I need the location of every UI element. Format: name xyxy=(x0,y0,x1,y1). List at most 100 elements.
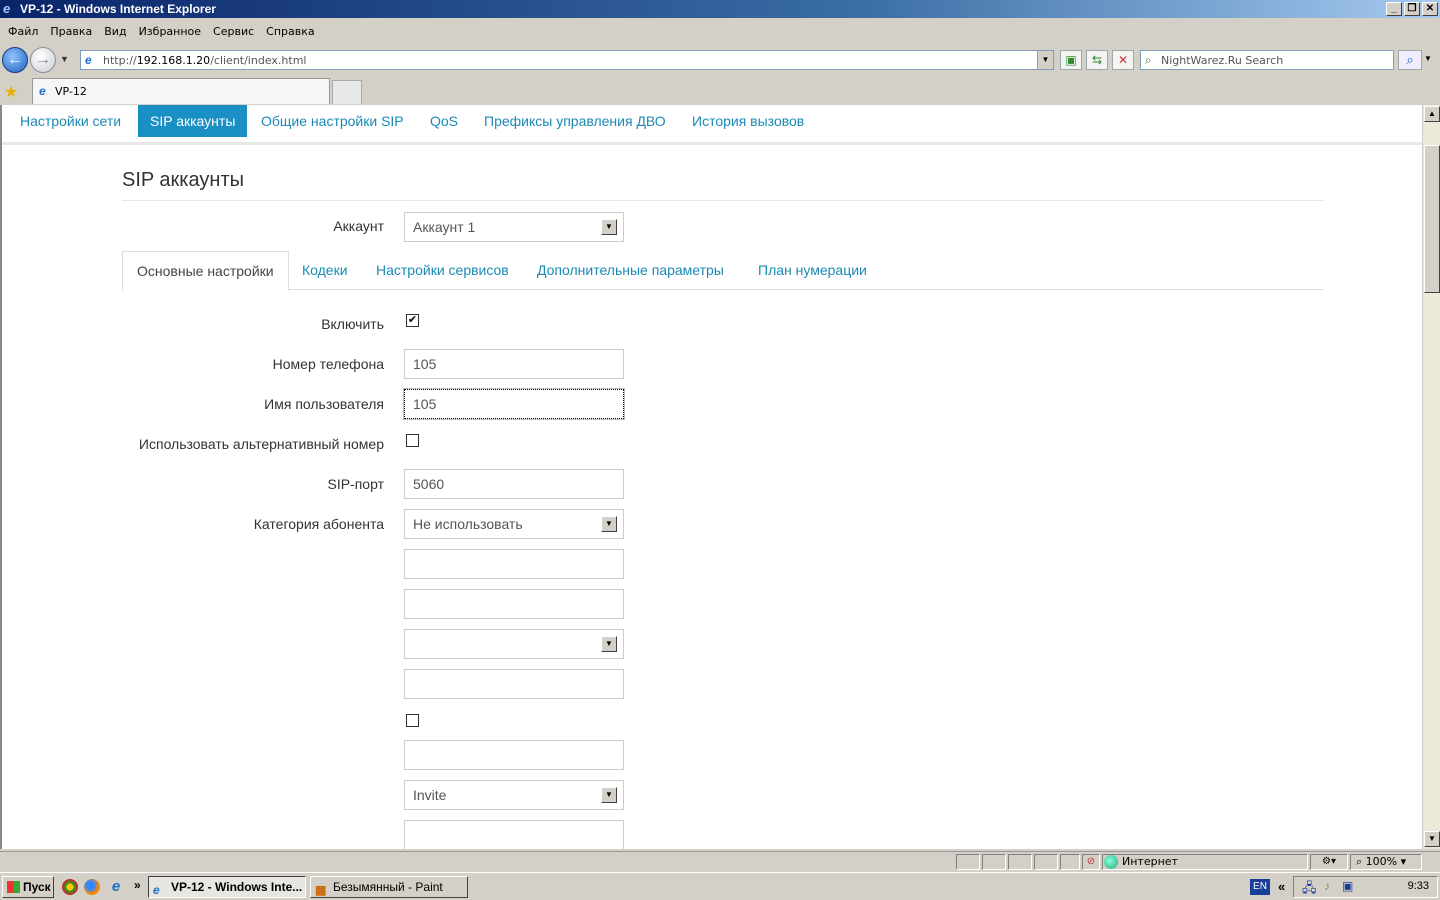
tab-dial-plan[interactable]: План нумерации xyxy=(744,251,881,290)
username-label: Имя пользователя xyxy=(264,396,384,412)
refresh-icon[interactable]: ⇆ xyxy=(1086,50,1108,70)
language-indicator[interactable]: EN xyxy=(1250,879,1270,895)
title-divider xyxy=(122,200,1324,201)
enable-checkbox[interactable]: ✔ xyxy=(406,314,419,327)
category-select[interactable]: Не использовать ▼ xyxy=(404,509,624,539)
history-dropdown-icon[interactable]: ▼ xyxy=(60,54,69,64)
taskbar-item-ie[interactable]: e VP-12 - Windows Inte... xyxy=(148,876,306,898)
chevron-down-icon: ▼ xyxy=(601,219,617,235)
taskbar-item-paint[interactable]: ▦ Безымянный - Paint xyxy=(310,876,468,898)
search-input[interactable]: ⌕ NightWarez.Ru Search xyxy=(1140,50,1394,70)
page-icon: e xyxy=(85,53,92,67)
scroll-down-icon[interactable]: ▼ xyxy=(1424,831,1440,847)
ie-quicklaunch-icon[interactable]: e xyxy=(108,879,124,895)
tray-app-icon[interactable]: ▣ xyxy=(1342,879,1353,893)
menu-favorites[interactable]: Избранное xyxy=(133,22,207,42)
maximize-button[interactable]: ❐ xyxy=(1404,2,1420,16)
sip-port-input[interactable]: 5060 xyxy=(404,469,624,499)
nav-network-settings[interactable]: Настройки сети xyxy=(8,105,133,137)
chevron-down-icon: ▼ xyxy=(601,636,617,652)
search-options-icon[interactable]: ▼ xyxy=(1424,54,1432,63)
start-button[interactable]: Пуск xyxy=(2,876,54,898)
clock: 9:33 xyxy=(1407,880,1429,892)
zone-label: Интернет xyxy=(1122,855,1178,868)
nav-qos[interactable]: QoS xyxy=(418,105,470,137)
window-title: VP-12 - Windows Internet Explorer xyxy=(20,2,216,16)
status-segment xyxy=(1034,854,1058,870)
windows-flag-icon xyxy=(7,881,20,893)
compatibility-icon[interactable]: ▣ xyxy=(1060,50,1082,70)
menu-edit[interactable]: Правка xyxy=(44,22,98,42)
alt-number-label: Использовать альтернативный номер xyxy=(138,436,384,452)
vertical-scrollbar[interactable]: ▲ ▼ xyxy=(1422,105,1440,849)
address-url: http://192.168.1.20/client/index.html xyxy=(103,54,307,67)
volume-icon[interactable]: ♪ xyxy=(1324,879,1330,893)
sip-port-label: SIP-порт xyxy=(327,476,385,492)
tray-expand-icon[interactable]: « xyxy=(1278,879,1285,894)
status-segment xyxy=(956,854,980,870)
new-tab-button[interactable] xyxy=(332,80,362,104)
menu-help[interactable]: Справка xyxy=(260,22,320,42)
select-field[interactable]: ▼ xyxy=(404,629,624,659)
navigation-row: ← → ▼ e http://192.168.1.20/client/index… xyxy=(0,44,1440,76)
scroll-thumb[interactable] xyxy=(1424,145,1440,293)
method-select[interactable]: Invite ▼ xyxy=(404,780,624,810)
menu-tools[interactable]: Сервис xyxy=(207,22,260,42)
nav-sip-accounts[interactable]: SIP аккаунты xyxy=(138,105,248,137)
paint-icon: ▦ xyxy=(315,883,327,897)
nav-dvo-prefixes[interactable]: Префиксы управления ДВО xyxy=(472,105,678,137)
address-bar[interactable]: e http://192.168.1.20/client/index.html … xyxy=(80,50,1054,70)
text-input[interactable] xyxy=(404,740,624,770)
window-title-bar: e VP-12 - Windows Internet Explorer _ ❐ … xyxy=(0,0,1440,18)
nav-call-history[interactable]: История вызовов xyxy=(680,105,816,137)
quicklaunch-more-icon[interactable]: » xyxy=(134,878,141,892)
phone-label: Номер телефона xyxy=(272,356,384,372)
text-input[interactable] xyxy=(404,549,624,579)
tab-codecs[interactable]: Кодеки xyxy=(288,251,362,290)
zoom-level[interactable]: ⌕ 100% ▾ xyxy=(1356,855,1406,869)
checkbox[interactable] xyxy=(406,714,419,727)
menu-view[interactable]: Вид xyxy=(98,22,132,42)
chrome-icon[interactable] xyxy=(62,879,78,895)
system-tray: EN « 🖧 ♪ ▣ 9:33 xyxy=(1250,876,1438,900)
close-button[interactable]: ✕ xyxy=(1422,2,1438,16)
globe-icon xyxy=(1104,855,1118,869)
text-input[interactable] xyxy=(404,820,624,849)
enable-label: Включить xyxy=(321,316,384,332)
tab-service-settings[interactable]: Настройки сервисов xyxy=(362,251,523,290)
alt-number-checkbox[interactable] xyxy=(406,434,419,447)
tab-basic-settings[interactable]: Основные настройки xyxy=(122,251,289,291)
account-label: Аккаунт xyxy=(333,218,384,234)
ie-icon: e xyxy=(3,1,11,16)
protected-mode-icon[interactable]: ⚙▾ xyxy=(1310,854,1348,870)
status-segment xyxy=(982,854,1006,870)
username-input[interactable]: 105 xyxy=(403,388,625,420)
firefox-icon[interactable] xyxy=(84,879,100,895)
tab-additional-params[interactable]: Дополнительные параметры xyxy=(523,251,738,290)
menu-file[interactable]: Файл xyxy=(2,22,44,42)
back-button[interactable]: ← xyxy=(2,47,28,73)
address-dropdown-icon[interactable]: ▼ xyxy=(1037,51,1053,69)
chevron-down-icon: ▼ xyxy=(601,787,617,803)
text-input[interactable] xyxy=(404,589,624,619)
minimize-button[interactable]: _ xyxy=(1386,2,1402,16)
blocked-icon[interactable]: ⊘ xyxy=(1082,854,1100,870)
phone-input[interactable]: 105 xyxy=(404,349,624,379)
chevron-down-icon: ▼ xyxy=(601,516,617,532)
status-segment xyxy=(1008,854,1032,870)
top-navigation: Настройки сети SIP аккаунты Общие настро… xyxy=(2,105,1422,145)
account-select[interactable]: Аккаунт 1 ▼ xyxy=(404,212,624,242)
stop-icon[interactable]: ✕ xyxy=(1112,50,1134,70)
favorites-star-icon[interactable]: ★ xyxy=(4,82,18,102)
nav-general-sip[interactable]: Общие настройки SIP xyxy=(249,105,416,137)
browser-tab[interactable]: e VP-12 xyxy=(32,78,330,104)
scroll-up-icon[interactable]: ▲ xyxy=(1424,106,1440,122)
network-icon[interactable]: 🖧 xyxy=(1302,879,1317,900)
category-label: Категория абонента xyxy=(253,516,384,532)
page-viewport: Настройки сети SIP аккаунты Общие настро… xyxy=(0,105,1422,849)
settings-tabs: Основные настройки Кодеки Настройки серв… xyxy=(122,251,1324,291)
text-input[interactable] xyxy=(404,669,624,699)
forward-button[interactable]: → xyxy=(30,47,56,73)
tab-page-icon: e xyxy=(39,84,46,98)
search-button[interactable]: ⌕ xyxy=(1398,50,1422,70)
